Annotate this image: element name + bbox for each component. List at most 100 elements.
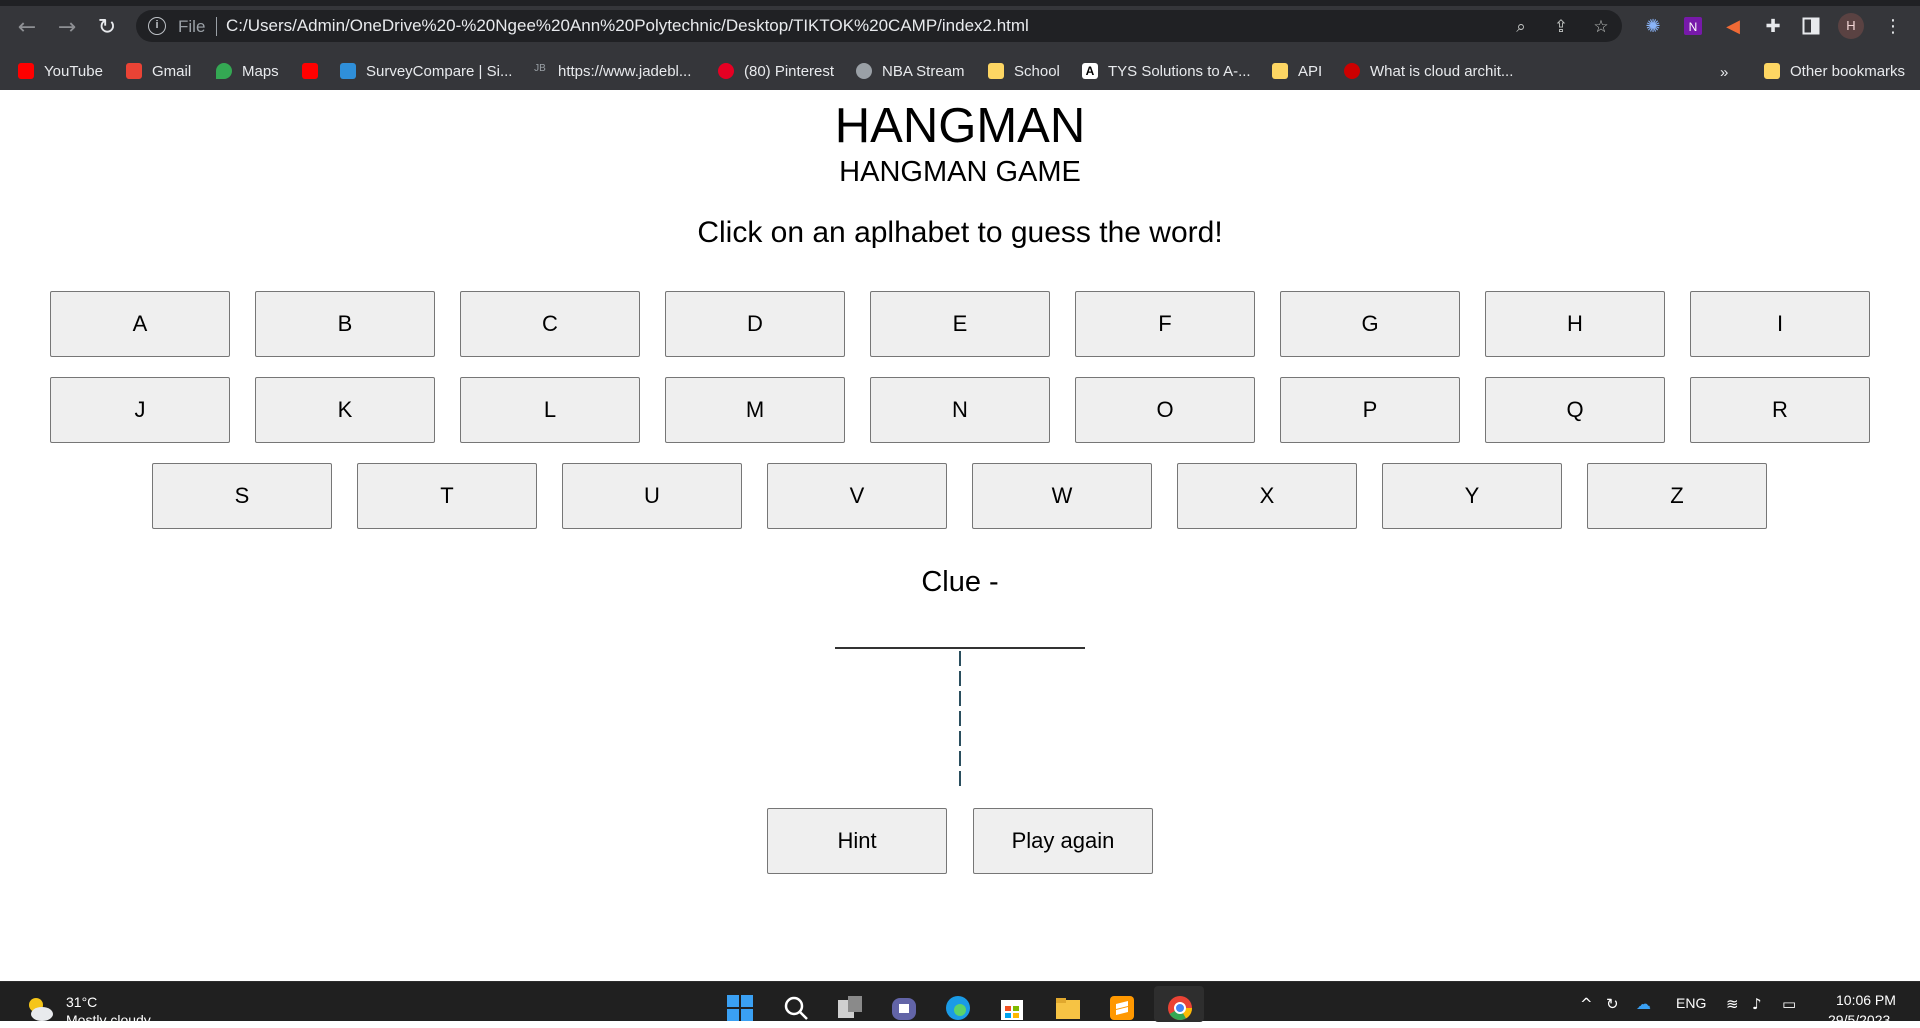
letter-button-o[interactable]: O bbox=[1075, 377, 1255, 443]
bookmark-youtube-2[interactable] bbox=[302, 60, 328, 82]
bookmark-jadeblue[interactable]: JB https://www.jadebl... bbox=[532, 60, 691, 82]
letter-button-m[interactable]: M bbox=[665, 377, 845, 443]
browser-toolbar: ← → ↻ i File C:/Users/Admin/OneDrive%20-… bbox=[0, 0, 1920, 52]
bookmark-label: NBA Stream bbox=[882, 62, 965, 80]
tab-strip bbox=[0, 0, 1920, 6]
extension-megaphone-icon[interactable]: ◀ bbox=[1720, 13, 1746, 39]
url-scheme-label: File bbox=[178, 17, 206, 36]
maps-pin-icon bbox=[216, 63, 232, 79]
clock-date[interactable]: 29/5/2023 bbox=[1828, 1012, 1890, 1028]
letter-button-l[interactable]: L bbox=[460, 377, 640, 443]
bookmark-surveycompare[interactable]: SurveyCompare | Si... bbox=[340, 60, 512, 82]
zoom-icon[interactable]: ⌕ bbox=[1510, 16, 1532, 38]
language-indicator[interactable]: ENG bbox=[1676, 995, 1706, 1011]
svg-text:N: N bbox=[1689, 20, 1698, 34]
letter-button-u[interactable]: U bbox=[562, 463, 742, 529]
bookmark-folder-school[interactable]: School bbox=[988, 60, 1060, 82]
game-instruction: Click on an aplhabet to guess the word! bbox=[697, 216, 1223, 249]
letter-button-n[interactable]: N bbox=[870, 377, 1050, 443]
letter-button-x[interactable]: X bbox=[1177, 463, 1357, 529]
bookmark-gmail[interactable]: Gmail bbox=[126, 60, 191, 82]
letter-button-w[interactable]: W bbox=[972, 463, 1152, 529]
edge-browser-icon[interactable] bbox=[944, 994, 972, 1022]
letter-button-h[interactable]: H bbox=[1485, 291, 1665, 357]
page-subtitle: HANGMAN GAME bbox=[839, 156, 1081, 188]
search-icon[interactable] bbox=[782, 994, 810, 1022]
chrome-browser-icon[interactable] bbox=[1166, 994, 1194, 1022]
back-arrow-icon[interactable]: ← bbox=[12, 12, 42, 42]
tray-overflow-chevron-icon[interactable]: ^ bbox=[1580, 995, 1593, 1013]
bookmark-label: YouTube bbox=[44, 62, 103, 80]
letter-button-c[interactable]: C bbox=[460, 291, 640, 357]
bookmark-other-bookmarks[interactable]: Other bookmarks bbox=[1764, 60, 1905, 82]
letter-button-s[interactable]: S bbox=[152, 463, 332, 529]
wifi-icon[interactable]: ≋ bbox=[1726, 995, 1739, 1013]
letter-button-j[interactable]: J bbox=[50, 377, 230, 443]
clock-time[interactable]: 10:06 PM bbox=[1836, 992, 1896, 1008]
extensions-puzzle-icon[interactable]: ✚ bbox=[1760, 13, 1786, 39]
folder-icon bbox=[1764, 63, 1780, 79]
url-text[interactable]: C:/Users/Admin/OneDrive%20-%20Ngee%20Ann… bbox=[226, 16, 1029, 36]
folder-icon bbox=[988, 63, 1004, 79]
letter-button-p[interactable]: P bbox=[1280, 377, 1460, 443]
bookmark-maps[interactable]: Maps bbox=[216, 60, 279, 82]
letter-button-q[interactable]: Q bbox=[1485, 377, 1665, 443]
hint-button[interactable]: Hint bbox=[767, 808, 947, 874]
weather-temperature[interactable]: 31°C bbox=[66, 994, 97, 1010]
weather-description[interactable]: Mostly cloudy bbox=[66, 1012, 151, 1028]
bookmark-star-icon[interactable]: ☆ bbox=[1590, 16, 1612, 38]
menu-kebab-icon[interactable]: ⋮ bbox=[1880, 13, 1906, 39]
bookmark-cloud-architecture[interactable]: What is cloud archit... bbox=[1344, 60, 1513, 82]
folder-icon bbox=[1272, 63, 1288, 79]
letter-button-b[interactable]: B bbox=[255, 291, 435, 357]
gmail-icon bbox=[126, 63, 142, 79]
letter-button-e[interactable]: E bbox=[870, 291, 1050, 357]
letter-button-v[interactable]: V bbox=[767, 463, 947, 529]
letter-button-y[interactable]: Y bbox=[1382, 463, 1562, 529]
sublime-text-icon[interactable] bbox=[1108, 994, 1136, 1022]
letter-button-d[interactable]: D bbox=[665, 291, 845, 357]
letter-button-f[interactable]: F bbox=[1075, 291, 1255, 357]
bookmark-tys-solutions[interactable]: A TYS Solutions to A-... bbox=[1082, 60, 1251, 82]
bookmarks-bar: YouTube Gmail Maps SurveyCompare | Si...… bbox=[0, 52, 1920, 90]
file-explorer-icon[interactable] bbox=[1054, 994, 1082, 1022]
windows-start-icon[interactable] bbox=[726, 994, 754, 1022]
play-again-button[interactable]: Play again bbox=[973, 808, 1153, 874]
bookmark-label: Gmail bbox=[152, 62, 192, 80]
weather-sun-cloud-icon[interactable] bbox=[24, 994, 54, 1022]
bookmark-folder-api[interactable]: API bbox=[1272, 60, 1322, 82]
jb-icon: JB bbox=[532, 63, 548, 79]
forward-arrow-icon[interactable]: → bbox=[52, 12, 82, 42]
tys-a-icon: A bbox=[1082, 63, 1098, 79]
task-view-icon[interactable] bbox=[836, 994, 864, 1022]
bookmark-youtube[interactable]: YouTube bbox=[18, 60, 103, 82]
windows-taskbar: 31°C Mostly cloudy ^ ↻ ☁ ENG ≋ ♪ ▭ 10:06… bbox=[0, 981, 1920, 1028]
extension-sparkle-icon[interactable]: ✺ bbox=[1640, 13, 1666, 39]
volume-icon[interactable]: ♪ bbox=[1752, 995, 1762, 1013]
letter-button-t[interactable]: T bbox=[357, 463, 537, 529]
side-panel-icon[interactable] bbox=[1798, 13, 1824, 39]
letter-button-i[interactable]: I bbox=[1690, 291, 1870, 357]
teams-chat-icon[interactable] bbox=[890, 994, 918, 1022]
profile-avatar[interactable]: H bbox=[1838, 13, 1864, 39]
share-icon[interactable]: ⇪ bbox=[1550, 16, 1572, 38]
bookmark-nba-stream[interactable]: NBA Stream bbox=[856, 60, 965, 82]
address-bar[interactable]: i File C:/Users/Admin/OneDrive%20-%20Nge… bbox=[136, 10, 1622, 42]
bookmark-pinterest[interactable]: (80) Pinterest bbox=[718, 60, 834, 82]
bookmark-label: School bbox=[1014, 62, 1060, 80]
letter-button-z[interactable]: Z bbox=[1587, 463, 1767, 529]
bookmark-label: (80) Pinterest bbox=[744, 62, 835, 80]
gallows-beam bbox=[835, 647, 1085, 649]
letter-button-a[interactable]: A bbox=[50, 291, 230, 357]
more-bookmarks-chevron[interactable]: » bbox=[1720, 64, 1728, 81]
letter-button-g[interactable]: G bbox=[1280, 291, 1460, 357]
battery-icon[interactable]: ▭ bbox=[1782, 995, 1796, 1013]
letter-button-r[interactable]: R bbox=[1690, 377, 1870, 443]
letter-button-k[interactable]: K bbox=[255, 377, 435, 443]
microsoft-store-icon[interactable] bbox=[998, 994, 1026, 1022]
site-info-icon[interactable]: i bbox=[148, 17, 166, 35]
onenote-extension-icon[interactable]: N bbox=[1680, 13, 1706, 39]
onedrive-cloud-icon[interactable]: ☁ bbox=[1636, 995, 1651, 1013]
sync-icon[interactable]: ↻ bbox=[1606, 995, 1619, 1013]
reload-icon[interactable]: ↻ bbox=[92, 12, 122, 42]
